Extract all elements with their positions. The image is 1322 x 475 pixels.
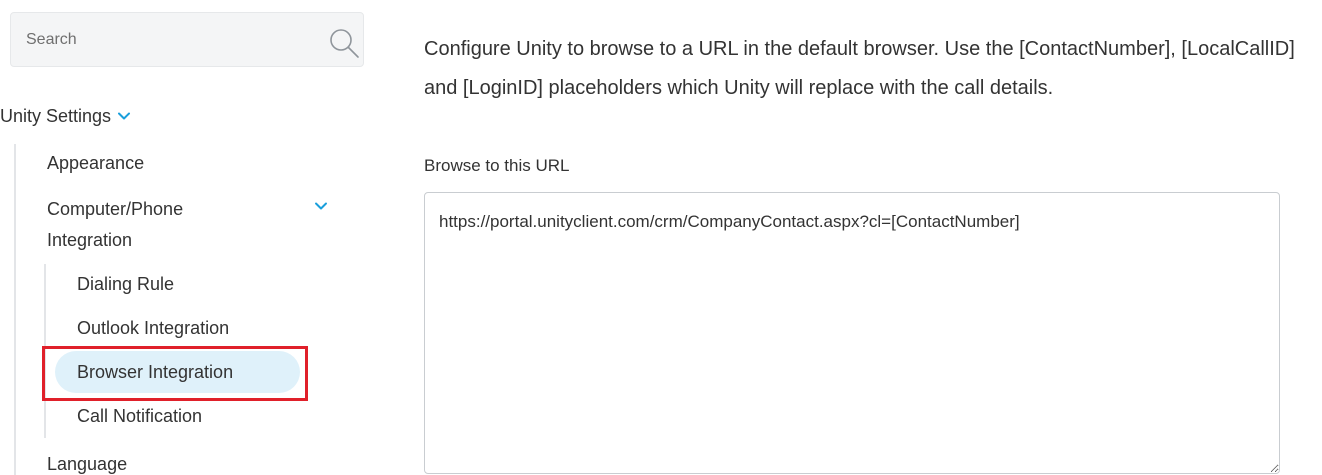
sidebar-item-call-notification[interactable]: Call Notification [77,401,202,431]
chevron-down-icon [118,112,131,120]
sidebar-item-appearance[interactable]: Appearance [47,148,144,178]
settings-page: Unity Settings Appearance Computer/Phone… [0,0,1322,475]
url-field-label: Browse to this URL [424,156,570,175]
sidebar-item-dialing-rule[interactable]: Dialing Rule [77,269,174,299]
sidebar-item-computer-phone-integration[interactable]: Computer/Phone Integration [47,194,337,256]
sidebar-item-label: Computer/Phone Integration [47,199,184,250]
chevron-down-icon[interactable] [314,199,328,213]
sidebar-item-language[interactable]: Language [47,449,127,475]
sidebar-item-outlook-integration[interactable]: Outlook Integration [77,313,229,343]
search-input[interactable] [11,13,311,66]
browser-integration-description: Configure Unity to browse to a URL in th… [424,38,1295,99]
search-box [10,12,364,67]
browse-url-textarea[interactable]: https://portal.unityclient.com/crm/Compa… [424,192,1280,474]
section-title: Unity Settings [0,105,112,126]
highlight-annotation-box [42,346,308,401]
tree-line [14,144,16,475]
unity-settings-header[interactable]: Unity Settings [0,101,131,131]
search-icon[interactable] [328,27,360,59]
